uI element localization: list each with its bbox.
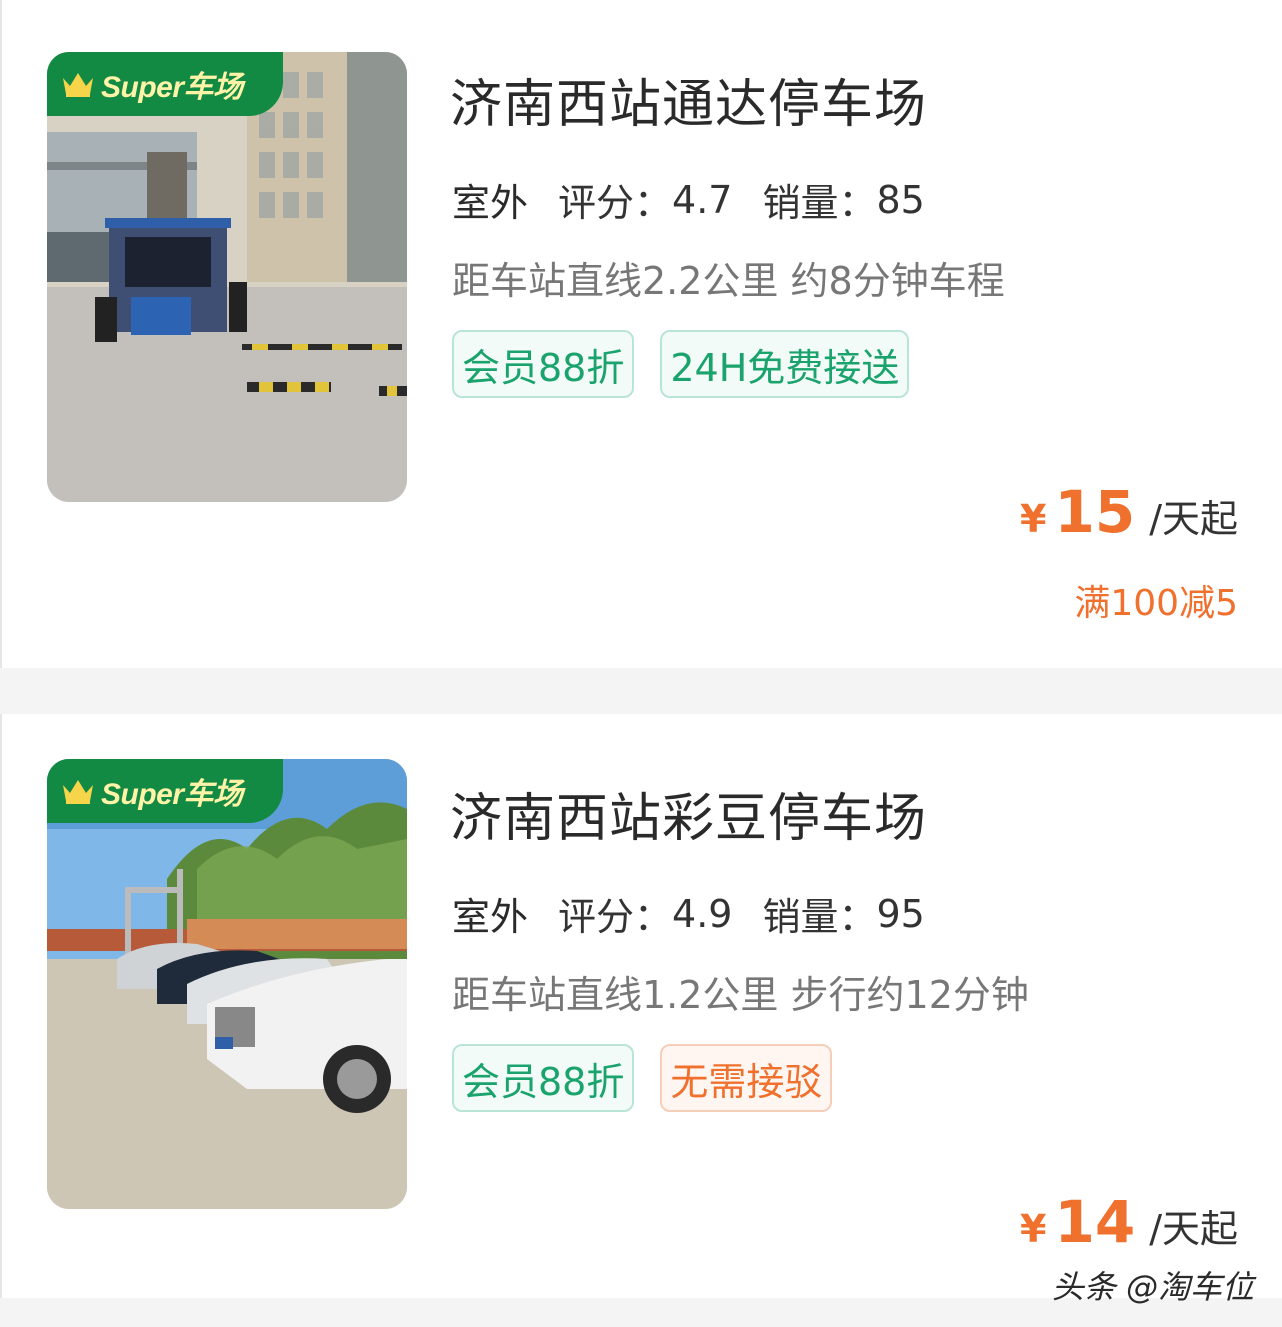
parking-listing-card[interactable]: Super车场 济南西站通达停车场 室外 评分： 4.7 销量： 85 距车站直… [0, 0, 1282, 668]
distance-text: 距车站直线2.2公里 约8分钟车程 [452, 259, 1005, 303]
sales-value: 85 [876, 177, 925, 222]
currency-symbol: ¥ [1020, 497, 1047, 541]
currency-symbol: ¥ [1020, 1207, 1047, 1251]
parking-lot-photo[interactable]: Super车场 [47, 52, 407, 502]
rating-label: 评分： [558, 181, 673, 225]
member-discount-tag: 会员88折 [452, 1044, 635, 1112]
rating-label: 评分： [558, 895, 673, 939]
rating-value: 4.7 [672, 177, 733, 222]
price-display: ¥ 15 /天起 [1020, 478, 1238, 546]
parking-meta-row: 室外 评分： 4.7 销量： 85 [452, 172, 925, 229]
parking-lot-title[interactable]: 济南西站通达停车场 [450, 62, 927, 137]
parking-meta-row: 室外 评分： 4.9 销量： 95 [452, 886, 925, 943]
super-parking-badge: Super车场 [47, 759, 283, 823]
member-discount-tag: 会员88折 [452, 330, 635, 398]
price-amount: 15 [1054, 478, 1136, 546]
parking-type-label: 室外 [452, 886, 533, 943]
sales-label: 销量： [762, 895, 877, 939]
price-amount: 14 [1054, 1188, 1136, 1256]
parking-lot-photo-image [47, 759, 407, 1209]
promo-text: 满100减5 [1074, 583, 1238, 624]
parking-lot-photo-image [47, 52, 407, 502]
price-unit: /天起 [1149, 1207, 1238, 1251]
tag-list: 会员88折 24H免费接送 [452, 330, 910, 398]
sales-label: 销量： [762, 181, 877, 225]
price-display: ¥ 14 /天起 [1020, 1188, 1238, 1256]
distance-text: 距车站直线1.2公里 步行约12分钟 [452, 973, 1029, 1017]
parking-lot-photo[interactable]: Super车场 [47, 759, 407, 1209]
badge-label: Super车场 [101, 71, 243, 104]
parking-lot-title[interactable]: 济南西站彩豆停车场 [450, 776, 927, 851]
watermark: 头条 @淘车位 [1051, 1268, 1254, 1306]
rating-value: 4.9 [672, 891, 733, 936]
sales-value: 95 [876, 891, 925, 936]
price-unit: /天起 [1149, 497, 1238, 541]
badge-label: Super车场 [101, 778, 243, 811]
super-parking-badge: Super车场 [47, 52, 283, 116]
no-shuttle-tag: 无需接驳 [660, 1044, 833, 1112]
parking-type-label: 室外 [452, 172, 533, 229]
shuttle-service-tag: 24H免费接送 [660, 330, 910, 398]
parking-listing-card[interactable]: Super车场 济南西站彩豆停车场 室外 评分： 4.9 销量： 95 距车站直… [0, 714, 1282, 1298]
crown-icon [63, 780, 93, 804]
tag-list: 会员88折 无需接驳 [452, 1044, 833, 1112]
crown-icon [63, 73, 93, 97]
